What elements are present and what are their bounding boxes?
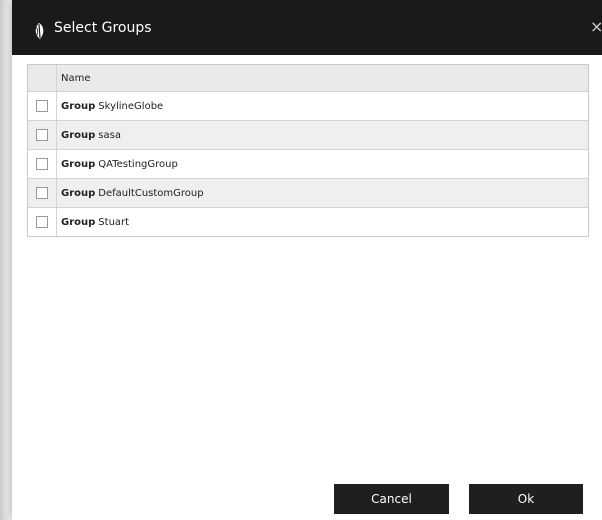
row-type-label: Group [61, 216, 96, 228]
row-type-label: Group [61, 129, 96, 141]
row-group-name: SkylineGlobe [98, 100, 164, 112]
close-icon[interactable]: × [590, 17, 602, 37]
row-checkbox[interactable] [36, 100, 48, 112]
table-row[interactable]: Group QATestingGroup [28, 149, 588, 178]
row-name-cell[interactable]: Group SkylineGlobe [57, 92, 588, 120]
row-name-cell[interactable]: Group sasa [57, 121, 588, 149]
row-checkbox[interactable] [36, 129, 48, 141]
row-type-label: Group [61, 158, 96, 170]
row-group-name: sasa [98, 129, 121, 141]
row-name-cell[interactable]: Group QATestingGroup [57, 150, 588, 178]
row-checkbox[interactable] [36, 216, 48, 228]
row-type-label: Group [61, 187, 96, 199]
row-checkbox[interactable] [36, 158, 48, 170]
row-group-name: Stuart [98, 216, 130, 228]
leaf-logo-icon [35, 23, 44, 39]
row-group-name: DefaultCustomGroup [98, 187, 204, 199]
row-check-cell [28, 179, 57, 207]
row-name-cell[interactable]: Group DefaultCustomGroup [57, 179, 588, 207]
cancel-button[interactable]: Cancel [334, 484, 449, 514]
table-row[interactable]: Group DefaultCustomGroup [28, 178, 588, 207]
row-check-cell [28, 208, 57, 236]
dialog-titlebar: Select Groups × [12, 0, 602, 55]
row-check-cell [28, 150, 57, 178]
table-row[interactable]: Group Stuart [28, 207, 588, 236]
dialog-title: Select Groups [54, 20, 152, 36]
table-row[interactable]: Group SkylineGlobe [28, 91, 588, 120]
background-shadow [0, 0, 12, 520]
row-checkbox[interactable] [36, 187, 48, 199]
row-group-name: QATestingGroup [98, 158, 178, 170]
row-type-label: Group [61, 100, 96, 112]
row-name-cell[interactable]: Group Stuart [57, 208, 588, 236]
column-header-name[interactable]: Name [57, 65, 588, 91]
row-check-cell [28, 121, 57, 149]
header-check-cell [28, 65, 57, 91]
table-row[interactable]: Group sasa [28, 120, 588, 149]
row-check-cell [28, 92, 57, 120]
groups-grid: Name Group SkylineGlobe Group sasa Group… [27, 64, 589, 237]
ok-button[interactable]: Ok [469, 484, 583, 514]
grid-header-row: Name [28, 65, 588, 91]
select-groups-dialog: Select Groups × Name Group SkylineGlobe … [12, 0, 602, 520]
